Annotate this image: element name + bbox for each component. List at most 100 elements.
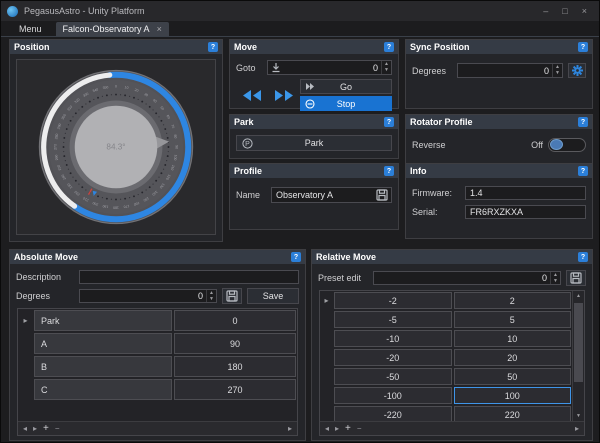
info-help-button[interactable]: ? [578,166,588,176]
profile-name-input[interactable]: Observatory A [271,187,392,203]
pos-step-cell[interactable]: 5 [453,311,571,328]
pos-step-cell[interactable]: 20 [453,349,571,366]
svg-text:80: 80 [173,134,178,139]
pos-step-cell[interactable]: 50 [453,368,571,385]
goto-label: Goto [236,62,256,73]
nav-prev-icon[interactable]: ▸ [335,424,339,433]
preset-value-cell[interactable]: 90 [174,333,296,354]
nav-first-icon[interactable]: ◂ [325,424,329,433]
menu-button[interactable]: Menu [15,22,46,36]
profile-help-button[interactable]: ? [384,166,394,176]
firmware-label: Firmware: [412,188,452,198]
abs-degrees-input[interactable]: 0 ▲ ▼ [79,289,217,303]
pos-step-cell[interactable]: 220 [453,406,571,421]
table-row[interactable]: -10 10 [320,329,572,348]
neg-step-cell[interactable]: -5 [334,311,452,328]
sync-settings-button[interactable] [568,63,586,78]
position-help-button[interactable]: ? [208,42,218,52]
nav-add-icon[interactable]: + [345,423,351,434]
preset-save-icon-button[interactable] [566,270,586,286]
preset-name-cell[interactable]: B [34,356,172,377]
description-input[interactable] [79,270,299,284]
preset-value-cell[interactable]: 180 [174,356,296,377]
relative-help-button[interactable]: ? [578,252,588,262]
rotator-help-button[interactable]: ? [578,117,588,127]
table-row[interactable]: -50 50 [320,367,572,386]
table-row[interactable]: B 180 [18,355,297,378]
spin-down-icon[interactable]: ▼ [553,71,562,78]
profile-name-label: Name [236,190,261,200]
serial-field: FR6RXZKXA [465,205,586,219]
preset-edit-spinner[interactable]: ▲ ▼ [550,272,560,284]
minimize-icon[interactable]: – [543,6,548,16]
position-title: Position [14,42,50,52]
stop-button[interactable]: Stop [300,96,392,111]
firmware-value: 1.4 [470,188,483,198]
preset-name-cell[interactable]: A [34,333,172,354]
neg-step-cell[interactable]: -100 [334,387,452,404]
table-row[interactable]: ▸ Park 0 [18,309,297,332]
move-ccw-button[interactable] [241,89,263,102]
go-button[interactable]: Go [300,79,392,94]
table-row[interactable]: ▸ -2 2 [320,291,572,310]
tab-falcon-observatory-a[interactable]: Falcon-Observatory A × [55,22,169,36]
tab-close-icon[interactable]: × [157,24,162,34]
nav-prev-icon[interactable]: ▸ [33,424,37,433]
pos-step-cell[interactable]: 2 [453,292,571,309]
move-help-button[interactable]: ? [384,42,394,52]
scrollbar-thumb[interactable] [574,303,583,383]
save-profile-icon[interactable] [376,189,388,201]
pos-step-cell[interactable]: 10 [453,330,571,347]
scroll-down-icon[interactable]: ▼ [573,411,584,421]
absolute-move-panel: Absolute Move ? Description Degrees 0 ▲ [9,249,306,441]
park-button[interactable]: P Park [236,135,392,151]
sync-help-button[interactable]: ? [578,42,588,52]
spin-down-icon[interactable]: ▼ [551,278,560,284]
nav-add-icon[interactable]: + [43,423,49,434]
grid-scrollbar[interactable]: ▲ ▼ [572,291,584,421]
tab-label: Falcon-Observatory A [62,24,150,34]
neg-step-cell[interactable]: -10 [334,330,452,347]
nav-remove-icon[interactable]: − [55,424,60,433]
table-row[interactable]: -5 5 [320,310,572,329]
preset-value-cell[interactable]: 270 [174,379,296,400]
neg-step-cell[interactable]: -220 [334,406,452,421]
serial-label: Serial: [412,207,438,217]
sync-degrees-spinner[interactable]: ▲ ▼ [552,64,562,77]
absolute-help-button[interactable]: ? [291,252,301,262]
spin-down-icon[interactable]: ▼ [207,296,216,302]
maximize-icon[interactable]: □ [562,6,567,16]
abs-save-icon-button[interactable] [222,288,242,304]
park-panel: Park ? P Park [229,114,399,159]
table-row[interactable]: A 90 [18,332,297,355]
nav-end-icon[interactable]: ▸ [288,424,292,433]
reverse-toggle[interactable] [548,138,586,152]
park-help-button[interactable]: ? [384,117,394,127]
goto-input[interactable]: 0 ▲ ▼ [267,60,392,75]
nav-remove-icon[interactable]: − [357,424,362,433]
pos-step-cell-selected[interactable]: 100 [453,387,571,404]
save-button[interactable]: Save [247,288,299,304]
table-row[interactable]: -100 100 [320,386,572,405]
sync-degrees-input[interactable]: 0 ▲ ▼ [457,63,563,78]
preset-name-cell[interactable]: Park [34,310,172,331]
preset-name-cell[interactable]: C [34,379,172,400]
neg-step-cell[interactable]: -50 [334,368,452,385]
spin-down-icon[interactable]: ▼ [382,68,391,75]
preset-value-cell[interactable]: 0 [174,310,296,331]
table-row[interactable]: C 270 [18,378,297,401]
move-cw-button[interactable] [273,89,295,102]
close-icon[interactable]: × [582,6,587,16]
nav-end-icon[interactable]: ▸ [575,424,579,433]
neg-step-cell[interactable]: -20 [334,349,452,366]
neg-step-cell[interactable]: -2 [334,292,452,309]
stop-icon [305,98,315,109]
table-row[interactable]: -20 20 [320,348,572,367]
app-logo-icon [7,5,18,17]
nav-first-icon[interactable]: ◂ [23,424,27,433]
preset-edit-input[interactable]: 0 ▲ ▼ [373,271,561,285]
scroll-up-icon[interactable]: ▲ [573,291,584,301]
abs-degrees-spinner[interactable]: ▲ ▼ [206,290,216,302]
table-row[interactable]: -220 220 [320,405,572,421]
goto-spinner[interactable]: ▲ ▼ [381,61,391,74]
